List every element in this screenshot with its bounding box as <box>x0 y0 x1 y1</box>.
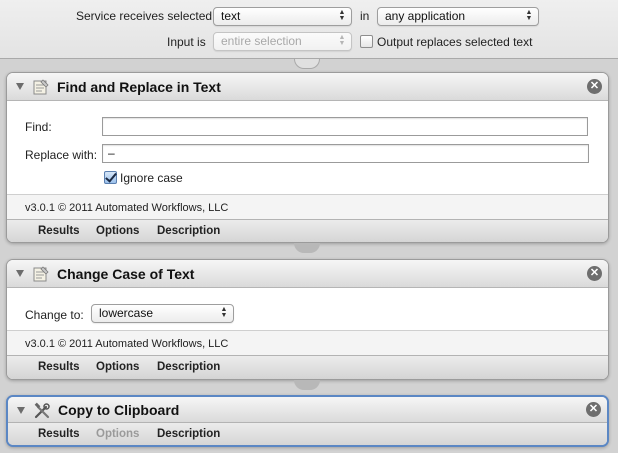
output-replaces-checkbox[interactable] <box>360 35 373 48</box>
description-tab[interactable]: Description <box>157 225 220 237</box>
change-to-label: Change to: <box>25 308 84 322</box>
workflow-connector <box>294 380 320 390</box>
input-is-value: entire selection <box>221 34 302 48</box>
options-tab[interactable]: Options <box>96 225 139 237</box>
tools-icon <box>34 402 50 419</box>
options-tab[interactable]: Options <box>96 361 139 373</box>
action-header[interactable]: Find and Replace in Text ✕ <box>7 73 608 101</box>
version-info: v3.0.1 © 2011 Automated Workflows, LLC <box>7 330 608 358</box>
in-label: in <box>360 9 370 23</box>
output-replaces-label: Output replaces selected text <box>377 35 533 49</box>
popup-arrows-icon: ▲ ▼ <box>220 306 228 319</box>
action-title: Change Case of Text <box>57 266 195 282</box>
ignore-case-label: Ignore case <box>120 171 183 185</box>
input-is-label: Input is <box>167 35 206 49</box>
action-title: Copy to Clipboard <box>58 402 180 418</box>
close-icon[interactable]: ✕ <box>587 266 602 281</box>
popup-arrows-icon: ▲ ▼ <box>338 9 346 22</box>
change-to-popup[interactable]: lowercase ▲ ▼ <box>91 304 234 323</box>
action-change-case: Change Case of Text ✕ Change to: lowerca… <box>6 259 609 380</box>
service-config-bar: Service receives selected text ▲ ▼ in any… <box>0 0 618 59</box>
disclosure-triangle-icon[interactable] <box>16 83 24 90</box>
application-value: any application <box>385 9 466 23</box>
description-tab[interactable]: Description <box>157 428 220 440</box>
results-tab[interactable]: Results <box>38 428 80 440</box>
disclosure-triangle-icon[interactable] <box>17 407 25 414</box>
action-header[interactable]: Copy to Clipboard ✕ <box>8 397 607 423</box>
text-document-icon <box>33 79 49 95</box>
action-header[interactable]: Change Case of Text ✕ <box>7 260 608 288</box>
action-footer: Results Options Description <box>8 422 607 445</box>
replace-label: Replace with: <box>25 148 98 162</box>
popup-arrows-icon: ▲ ▼ <box>338 34 346 47</box>
ignore-case-checkbox[interactable] <box>104 171 117 184</box>
replace-field[interactable]: – <box>102 144 589 163</box>
receives-label: Service receives selected <box>76 9 213 23</box>
input-type-popup[interactable]: text ▲ ▼ <box>213 7 352 26</box>
disclosure-triangle-icon[interactable] <box>16 270 24 277</box>
action-copy-clipboard: Copy to Clipboard ✕ Results Options Desc… <box>6 395 609 447</box>
change-to-value: lowercase <box>99 306 154 320</box>
action-footer: Results Options Description <box>7 219 608 242</box>
close-icon[interactable]: ✕ <box>586 402 601 417</box>
action-footer: Results Options Description <box>7 355 608 379</box>
results-tab[interactable]: Results <box>38 361 80 373</box>
options-tab[interactable]: Options <box>96 428 139 440</box>
workflow-connector <box>294 59 320 69</box>
workflow-connector <box>294 243 320 253</box>
close-icon[interactable]: ✕ <box>587 79 602 94</box>
action-find-replace: Find and Replace in Text ✕ Find: Replace… <box>6 72 609 243</box>
input-is-popup[interactable]: entire selection ▲ ▼ <box>213 32 352 51</box>
action-title: Find and Replace in Text <box>57 79 221 95</box>
find-field[interactable] <box>102 117 588 136</box>
results-tab[interactable]: Results <box>38 225 80 237</box>
version-info: v3.0.1 © 2011 Automated Workflows, LLC <box>7 194 608 222</box>
find-label: Find: <box>25 120 52 134</box>
description-tab[interactable]: Description <box>157 361 220 373</box>
application-popup[interactable]: any application ▲ ▼ <box>377 7 539 26</box>
popup-arrows-icon: ▲ ▼ <box>525 9 533 22</box>
text-document-icon <box>33 266 49 282</box>
input-type-value: text <box>221 9 241 23</box>
